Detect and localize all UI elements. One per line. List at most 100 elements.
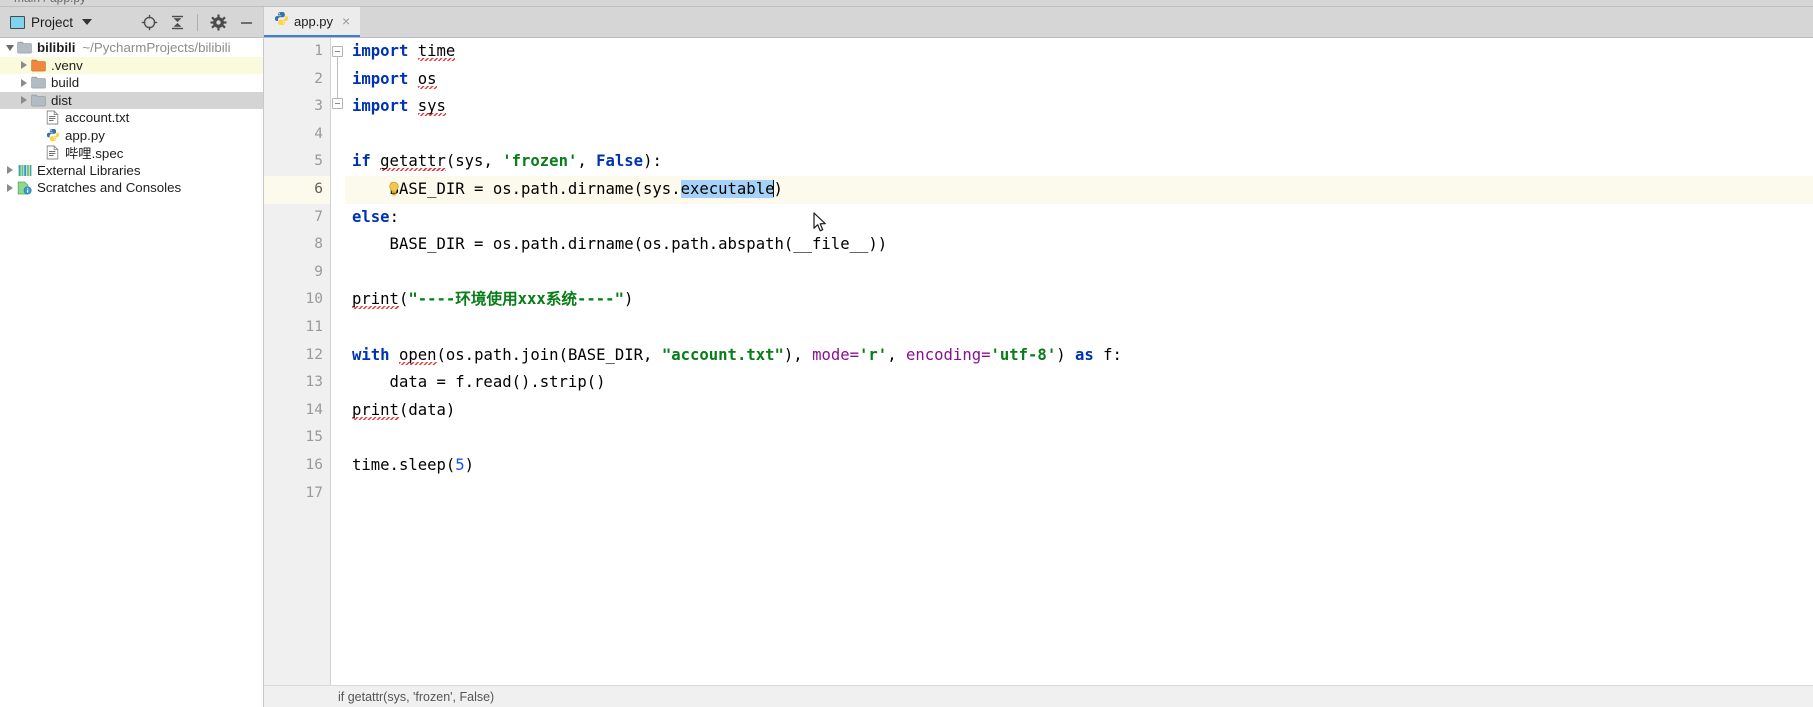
tree-item-label: account.txt — [65, 110, 130, 126]
tree-item-label: app.py — [65, 127, 105, 143]
line-number[interactable]: 10 — [264, 286, 330, 314]
tree-item-label: bilibili — [37, 40, 76, 56]
editor-column: app.py × 1 2 3 4 5 6 7 8 9 10 11 12 13 14 15 16 17 — [264, 7, 1813, 685]
line-number[interactable]: 13 — [264, 369, 330, 397]
text-file-icon — [44, 145, 61, 160]
line-number[interactable]: 9 — [264, 259, 330, 287]
pycharm-window: main / app.py Project — [0, 0, 1813, 707]
close-icon[interactable]: × — [340, 14, 352, 28]
scratches-icon — [16, 181, 33, 195]
line-number[interactable]: 12 — [264, 342, 330, 370]
text-file-icon — [44, 110, 61, 125]
code-line[interactable]: print(data) — [345, 397, 1813, 425]
fold-marker-icon — [332, 46, 343, 57]
tree-item-path: ~/PycharmProjects/bilibili — [82, 40, 231, 56]
tree-item-venv[interactable]: .venv — [0, 56, 263, 74]
line-number[interactable]: 7 — [264, 204, 330, 232]
tree-item-label: External Libraries — [37, 162, 141, 178]
tree-item-app-py[interactable]: app.py — [0, 127, 263, 145]
code-content[interactable]: import time import os import sys if geta… — [345, 38, 1813, 685]
tree-item-bilibili[interactable]: bilibili ~/PycharmProjects/bilibili — [0, 39, 263, 57]
project-panel-header: Project — [0, 7, 263, 38]
tab-label: app.py — [294, 13, 334, 29]
code-line[interactable]: import time — [345, 38, 1813, 66]
project-panel-icon — [10, 15, 25, 29]
line-number[interactable]: 15 — [264, 424, 330, 452]
code-line[interactable]: BASE_DIR = os.path.dirname(os.path.abspa… — [345, 231, 1813, 259]
code-line[interactable]: import sys — [345, 93, 1813, 121]
chevron-right-icon[interactable] — [3, 183, 16, 192]
code-line[interactable] — [345, 424, 1813, 452]
line-number[interactable]: 3 — [264, 93, 330, 121]
project-sidebar: Project bilibili ~/PycharmProjects/bilib… — [0, 7, 264, 685]
code-line[interactable]: time.sleep(5) — [345, 452, 1813, 480]
line-number[interactable]: 1 — [264, 38, 330, 66]
folder-icon — [30, 94, 47, 107]
project-tree[interactable]: bilibili ~/PycharmProjects/bilibili .venv b… — [0, 38, 263, 685]
tree-item-build[interactable]: build — [0, 74, 263, 92]
code-line[interactable]: else: — [345, 204, 1813, 232]
window-top-strip: main / app.py — [0, 0, 1813, 7]
fold-marker-icon — [332, 98, 343, 109]
tree-item-dist[interactable]: dist — [0, 91, 263, 109]
code-line[interactable] — [345, 121, 1813, 149]
python-file-icon — [44, 128, 61, 142]
python-file-icon — [274, 11, 289, 31]
chevron-right-icon[interactable] — [17, 61, 30, 70]
minimize-icon[interactable] — [235, 11, 257, 33]
folder-module-icon — [16, 41, 33, 54]
line-number[interactable]: 14 — [264, 397, 330, 425]
locate-icon[interactable] — [138, 11, 160, 33]
folder-venv-icon — [30, 59, 47, 72]
line-number[interactable]: 5 — [264, 148, 330, 176]
code-line[interactable]: print("----环境使用xxx系统----") — [345, 286, 1813, 314]
chevron-down-icon[interactable] — [82, 19, 93, 25]
tab-app-py[interactable]: app.py × — [264, 7, 361, 37]
line-number[interactable]: 2 — [264, 66, 330, 94]
code-line[interactable] — [345, 480, 1813, 508]
intention-bulb-icon[interactable] — [387, 181, 401, 197]
line-number-gutter[interactable]: 1 2 3 4 5 6 7 8 9 10 11 12 13 14 15 16 17 — [264, 38, 331, 685]
line-number[interactable]: 17 — [264, 480, 330, 508]
code-line[interactable] — [345, 259, 1813, 287]
tree-item-scratches-and-consoles[interactable]: Scratches and Consoles — [0, 179, 263, 197]
line-number[interactable]: 8 — [264, 231, 330, 259]
editor-area[interactable]: 1 2 3 4 5 6 7 8 9 10 11 12 13 14 15 16 17 — [264, 38, 1813, 685]
status-breadcrumb[interactable]: if getattr(sys, 'frozen', False) — [338, 690, 494, 704]
code-folding-gutter[interactable] — [331, 38, 345, 685]
tree-item-label: build — [51, 75, 80, 91]
tree-item-label: 哔哩.spec — [65, 146, 124, 162]
chevron-right-icon[interactable] — [3, 166, 16, 175]
line-number[interactable]: 16 — [264, 452, 330, 480]
line-number[interactable]: 11 — [264, 314, 330, 342]
code-line-current[interactable]: BASE_DIR = os.path.dirname(sys.executabl… — [345, 175, 1813, 204]
tree-item-label: Scratches and Consoles — [37, 180, 182, 196]
code-line[interactable]: import os — [345, 66, 1813, 94]
line-number[interactable]: 4 — [264, 121, 330, 149]
top-breadcrumb-ghost: main / app.py — [14, 0, 86, 5]
project-panel-title: Project — [31, 14, 74, 30]
chevron-right-icon[interactable] — [17, 96, 30, 105]
code-line[interactable]: with open(os.path.join(BASE_DIR, "accoun… — [345, 342, 1813, 370]
code-line[interactable]: data = f.read().strip() — [345, 369, 1813, 397]
libraries-icon — [16, 164, 33, 177]
tree-item-external-libraries[interactable]: External Libraries — [0, 162, 263, 180]
main-split: Project bilibili ~/PycharmProjects/bilib… — [0, 7, 1813, 685]
fold-region-line — [337, 57, 338, 98]
tree-item-account-txt[interactable]: account.txt — [0, 109, 263, 127]
text-selection[interactable]: executable — [680, 179, 775, 198]
collapse-all-icon[interactable] — [166, 11, 188, 33]
status-breadcrumb-bar[interactable]: if getattr(sys, 'frozen', False) — [264, 685, 1813, 707]
tree-item-spec[interactable]: 哔哩.spec — [0, 144, 263, 162]
code-line[interactable]: if getattr(sys, 'frozen', False): — [345, 148, 1813, 176]
code-line[interactable] — [345, 314, 1813, 342]
chevron-right-icon[interactable] — [17, 78, 30, 87]
footer-row: if getattr(sys, 'frozen', False) — [0, 685, 1813, 707]
tree-item-label: dist — [51, 92, 72, 108]
line-number[interactable]: 6 — [264, 175, 330, 204]
chevron-down-icon[interactable] — [3, 44, 16, 51]
gear-icon[interactable] — [207, 11, 229, 33]
editor-tabbar: app.py × — [264, 7, 1813, 38]
folder-icon — [30, 76, 47, 89]
footer-sidebar-pad — [0, 685, 264, 707]
